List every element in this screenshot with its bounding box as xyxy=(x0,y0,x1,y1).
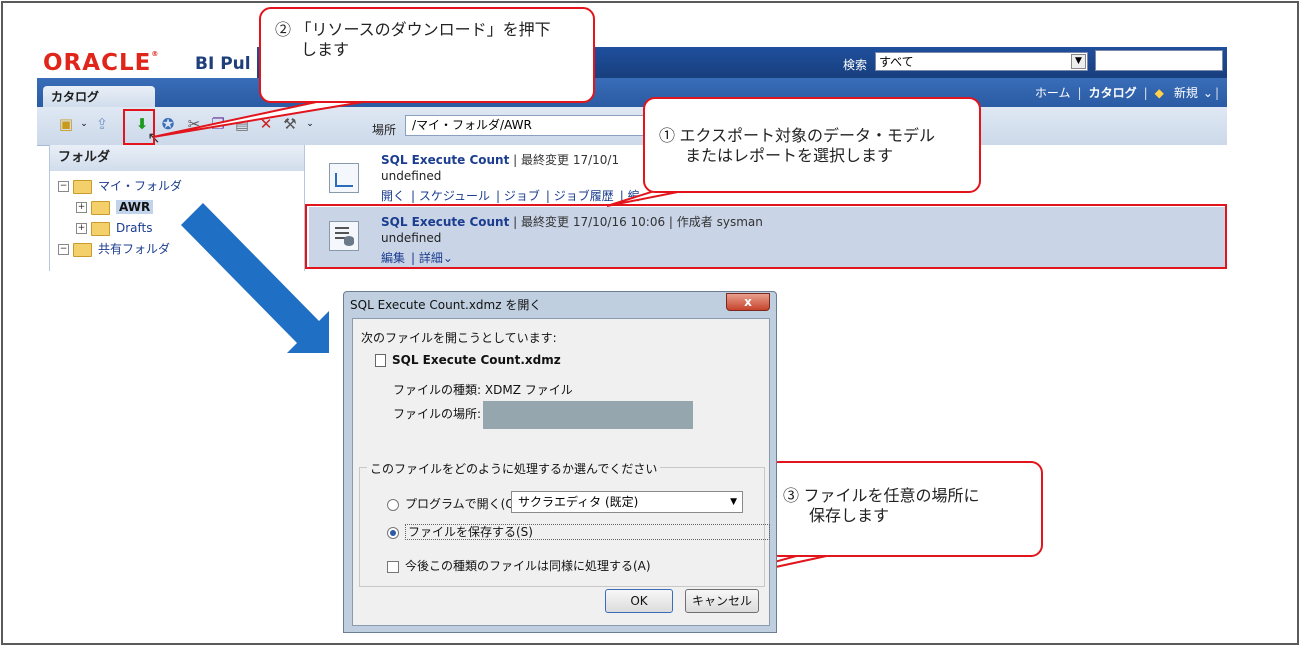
file-type-value: XDMZ ファイル xyxy=(484,383,573,397)
chevron-down-icon[interactable]: ▼ xyxy=(730,492,737,512)
open-with-radio[interactable] xyxy=(387,498,399,511)
callout-step-1-line-1: ① エクスポート対象のデータ・モデル xyxy=(659,128,935,145)
open-with-value: サクラエディタ (既定) xyxy=(518,495,639,509)
save-file-radio[interactable] xyxy=(387,526,399,539)
dialog-intro: 次のファイルを開こうとしています: xyxy=(361,331,557,345)
ok-button[interactable]: OK xyxy=(605,589,673,613)
callout-step-3-line-1: ③ ファイルを任意の場所に xyxy=(783,488,980,505)
remember-choice-checkbox[interactable] xyxy=(387,560,399,573)
callout-step-1: ① エクスポート対象のデータ・モデル またはレポートを選択します xyxy=(643,97,981,193)
save-file-label: ファイルを保存する(S) xyxy=(405,524,770,540)
dialog-title: SQL Execute Count.xdmz を開く xyxy=(350,298,542,312)
open-with-label: プログラムで開く(O): xyxy=(405,497,524,511)
file-type-row: ファイルの種類: XDMZ ファイル xyxy=(393,381,573,398)
callout-step-1-line-2: またはレポートを選択します xyxy=(685,148,894,165)
open-file-dialog: SQL Execute Count.xdmz を開く x 次のファイルを開こうと… xyxy=(343,291,777,633)
blue-arrow xyxy=(181,203,329,353)
callout-step-2-line-2: します xyxy=(301,42,350,59)
close-button[interactable]: x xyxy=(726,293,770,311)
save-file-option[interactable]: ファイルを保存する(S) xyxy=(387,523,770,540)
callout-step-3: ③ ファイルを任意の場所に 保存します xyxy=(767,461,1043,557)
cancel-button[interactable]: キャンセル xyxy=(685,589,759,613)
file-name-row: SQL Execute Count.xdmz xyxy=(375,353,561,367)
callout-step-2: ② 「リソースのダウンロード」を押下 します xyxy=(259,7,595,103)
file-location-redacted xyxy=(483,401,693,429)
callout-step-3-line-2: 保存します xyxy=(809,508,890,525)
dialog-body: 次のファイルを開こうとしています: SQL Execute Count.xdmz… xyxy=(352,318,770,626)
screenshot-frame: ORACLE® BI Pul 検索 すべて ▼ カタログ ホーム | カタログ | ◆ 新… xyxy=(1,1,1299,645)
file-name: SQL Execute Count.xdmz xyxy=(392,353,561,367)
open-with-select[interactable]: サクラエディタ (既定) ▼ xyxy=(511,491,743,513)
file-location-label: ファイルの場所: xyxy=(393,407,482,421)
action-question: このファイルをどのように処理するか選んでください xyxy=(367,460,661,477)
open-with-option[interactable]: プログラムで開く(O): xyxy=(387,495,524,512)
remember-choice-option[interactable]: 今後この種類のファイルは同様に処理する(A) xyxy=(387,557,651,574)
callout-step-2-line-1: ② 「リソースのダウンロード」を押下 xyxy=(275,22,551,39)
remember-choice-label: 今後この種類のファイルは同様に処理する(A) xyxy=(405,559,651,573)
file-type-label: ファイルの種類: xyxy=(393,383,482,397)
file-icon xyxy=(375,354,386,367)
